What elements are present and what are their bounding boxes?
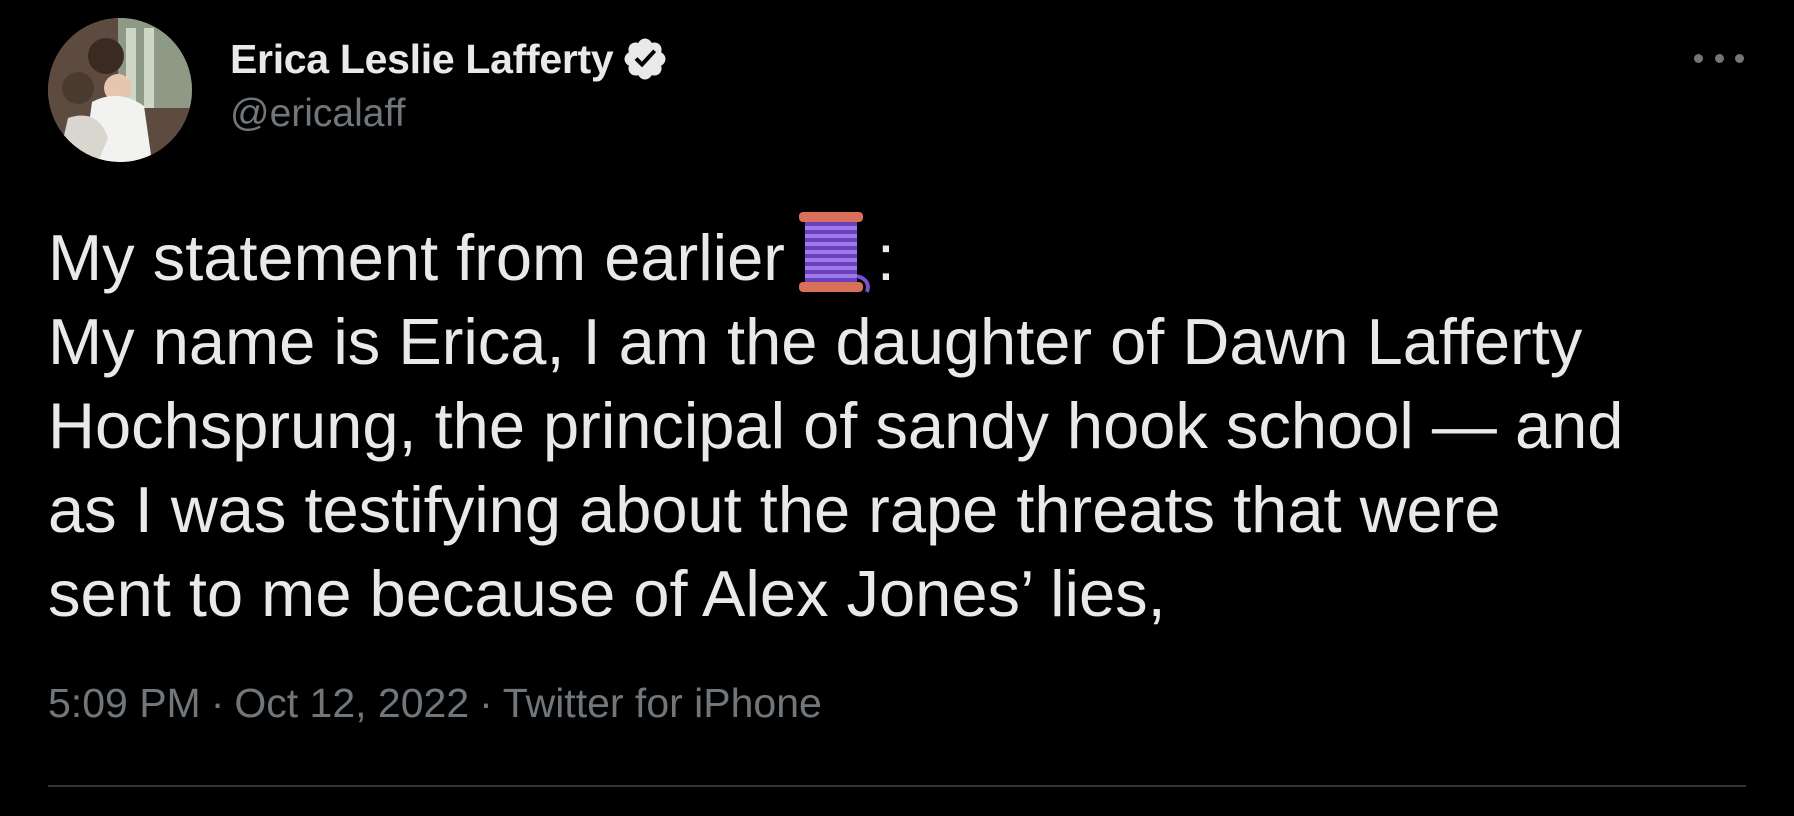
author-name-row: Erica Leslie Lafferty	[230, 32, 669, 86]
thread-spool-icon	[798, 212, 870, 293]
tweet-time[interactable]: 5:09 PM	[48, 680, 201, 726]
tweet-text-line: My name is Erica, I am the daughter of D…	[48, 305, 1583, 378]
more-dot-icon	[1714, 53, 1724, 63]
tweet-source[interactable]: Twitter for iPhone	[503, 680, 822, 726]
tweet-text-line: My statement from earlier :	[48, 210, 1768, 300]
tweet-meta: 5:09 PM · Oct 12, 2022 · Twitter for iPhone	[48, 680, 822, 727]
avatar-photo	[48, 18, 192, 162]
author-handle[interactable]: @ericalaff	[230, 92, 669, 136]
verified-badge-icon[interactable]	[621, 35, 669, 83]
author-display-name[interactable]: Erica Leslie Lafferty	[230, 36, 614, 83]
tweet-text: My statement from earlier : My name is E…	[48, 210, 1768, 636]
more-options-button[interactable]	[1694, 38, 1744, 78]
meta-separator: ·	[210, 680, 225, 726]
tweet-text-segment: My statement from earlier	[48, 221, 785, 294]
tweet-text-segment: :	[876, 221, 895, 294]
tweet-text-line: Hochsprung, the principal of sandy hook …	[48, 389, 1624, 462]
tweet-text-line: sent to me because of Alex Jones’ lies,	[48, 557, 1166, 630]
avatar[interactable]	[48, 18, 192, 162]
tweet-date[interactable]: Oct 12, 2022	[234, 680, 469, 726]
more-dot-icon	[1694, 53, 1703, 63]
tweet-text-line: as I was testifying about the rape threa…	[48, 473, 1501, 546]
tweet-detail: Erica Leslie Lafferty @ericalaff My stat…	[0, 0, 1794, 816]
meta-separator: ·	[479, 680, 493, 726]
author-block: Erica Leslie Lafferty @ericalaff	[230, 32, 669, 136]
divider	[48, 785, 1746, 787]
more-dot-icon	[1735, 53, 1744, 63]
